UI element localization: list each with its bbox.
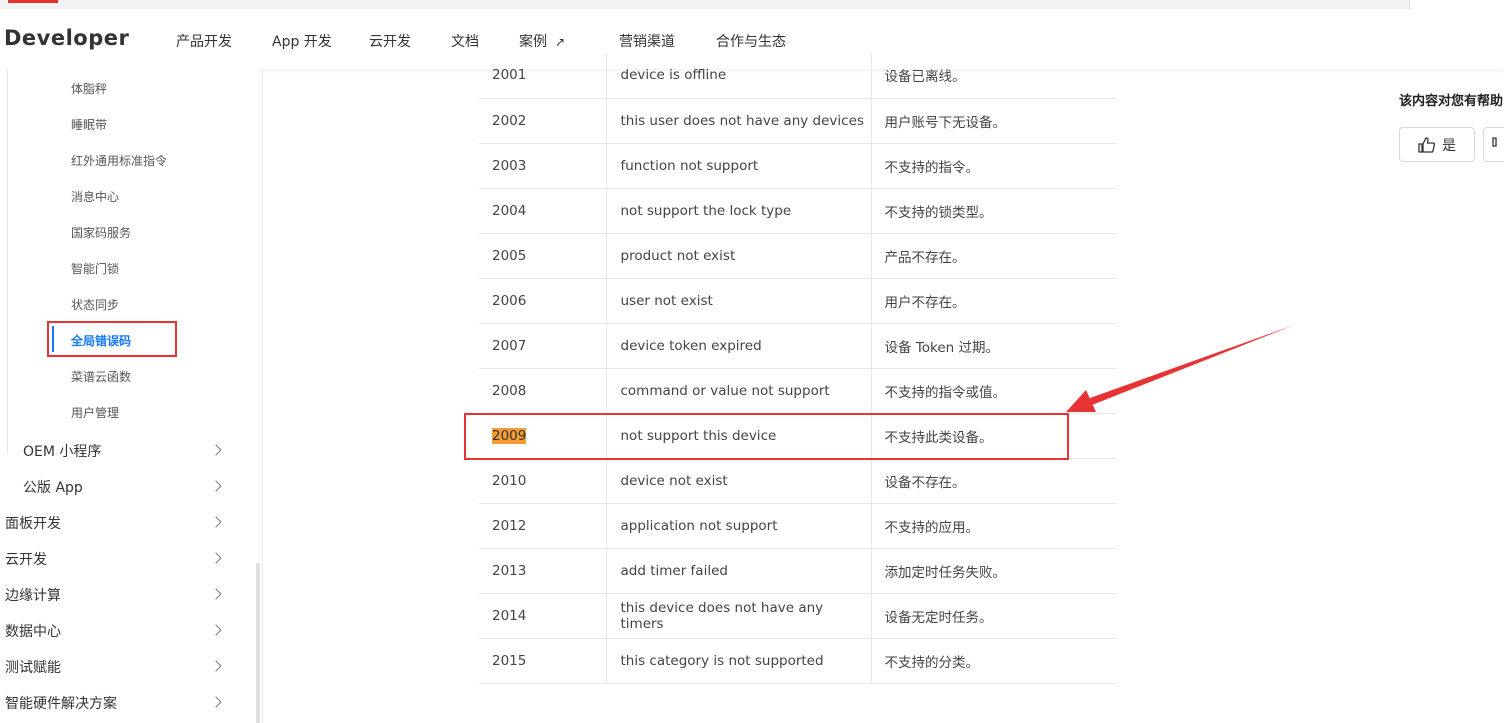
- annotation-arrow: [1066, 325, 1294, 412]
- feedback-yes-label: 是: [1442, 137, 1456, 154]
- arrow-shaft: [1090, 325, 1294, 405]
- feedback-title: 该内容对您有帮助: [1399, 94, 1504, 109]
- thumbs-up-icon: [1418, 136, 1436, 153]
- feedback-no-button[interactable]: [1483, 127, 1504, 162]
- feedback-yes-button[interactable]: 是: [1399, 127, 1475, 162]
- thumbs-down-icon: [1492, 136, 1497, 147]
